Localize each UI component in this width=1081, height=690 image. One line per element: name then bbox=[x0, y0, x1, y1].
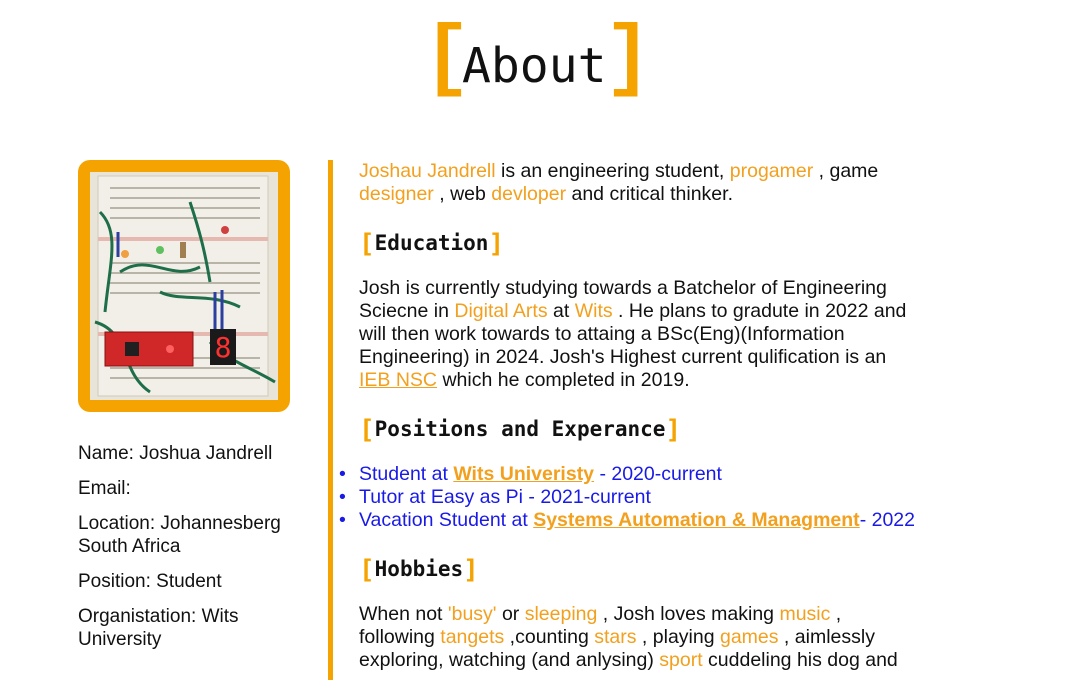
list-item: Student at Wits Univeristy - 2020-curren… bbox=[339, 463, 919, 486]
intro-paragraph: Joshau Jandrell is an engineering studen… bbox=[359, 160, 919, 206]
wits-link[interactable]: Wits bbox=[575, 300, 613, 322]
position-value: Student bbox=[156, 571, 222, 592]
profile-name: Name: Joshua Jandrell bbox=[78, 442, 318, 465]
breadboard-photo-icon: 8 bbox=[90, 172, 278, 400]
busy-link[interactable]: 'busy' bbox=[448, 603, 497, 625]
intro-text-1: is an engineering student, bbox=[495, 160, 730, 182]
name-link[interactable]: Joshau Jandrell bbox=[359, 160, 496, 182]
email-label: Email: bbox=[78, 478, 131, 499]
position-text: Student at bbox=[359, 463, 454, 485]
position-text: Tutor at Easy as Pi - 2021-current bbox=[359, 486, 651, 508]
education-heading: [Education] bbox=[359, 228, 919, 259]
position-label: Position: bbox=[78, 571, 151, 592]
ieb-nsc-link[interactable]: IEB NSC bbox=[359, 369, 437, 391]
svg-text:8: 8 bbox=[215, 331, 232, 364]
about-content: Joshau Jandrell is an engineering studen… bbox=[339, 160, 919, 672]
games-link[interactable]: games bbox=[720, 626, 779, 648]
profile-organisation: Organistation: Wits University bbox=[78, 605, 318, 651]
hobbies-text: ,counting bbox=[504, 626, 595, 648]
list-item: Tutor at Easy as Pi - 2021-current bbox=[339, 486, 919, 509]
intro-text-4: and critical thinker. bbox=[566, 183, 733, 205]
heading-bracket-open: [ bbox=[359, 555, 375, 585]
hobbies-text: , Josh loves making bbox=[597, 603, 780, 625]
profile-email: Email: bbox=[78, 477, 318, 500]
location-label: Location: bbox=[78, 513, 156, 534]
tangets-link[interactable]: tangets bbox=[440, 626, 504, 648]
hobbies-heading-text: Hobbies bbox=[374, 557, 464, 581]
heading-bracket-close: ] bbox=[665, 415, 682, 445]
systems-automation-link[interactable]: Systems Automation & Managment bbox=[533, 509, 860, 531]
positions-heading-text: Positions and Experance bbox=[374, 417, 666, 441]
sleeping-link[interactable]: sleeping bbox=[525, 603, 598, 625]
position-dates: - 2022 bbox=[859, 509, 915, 531]
name-label: Name: bbox=[78, 443, 134, 464]
progamer-link[interactable]: progamer bbox=[730, 160, 813, 182]
education-text-2: at bbox=[547, 300, 575, 322]
heading-bracket-close: ] bbox=[488, 229, 505, 259]
music-link[interactable]: music bbox=[779, 603, 830, 625]
education-paragraph: Josh is currently studying towards a Bat… bbox=[359, 277, 919, 392]
position-dates: - 2020-current bbox=[594, 463, 722, 485]
digital-arts-link[interactable]: Digital Arts bbox=[454, 300, 547, 322]
page-header: [ About ] bbox=[0, 20, 1081, 100]
devloper-link[interactable]: devloper bbox=[491, 183, 566, 205]
heading-bracket-open: [ bbox=[359, 415, 375, 445]
list-item: Vacation Student at Systems Automation &… bbox=[339, 509, 919, 532]
positions-heading: [Positions and Experance] bbox=[359, 414, 919, 445]
organisation-label: Organistation: bbox=[78, 606, 197, 627]
hobbies-heading: [Hobbies] bbox=[359, 554, 919, 585]
wits-univeristy-link[interactable]: Wits Univeristy bbox=[453, 463, 594, 485]
positions-list: Student at Wits Univeristy - 2020-curren… bbox=[339, 463, 919, 532]
profile-photo: 8 bbox=[90, 172, 278, 400]
profile-position: Position: Student bbox=[78, 570, 318, 593]
name-value: Joshua Jandrell bbox=[139, 443, 273, 464]
profile-location: Location: Johannesberg South Africa bbox=[78, 512, 318, 558]
hobbies-text: cuddeling his dog and bbox=[702, 649, 898, 671]
designer-link[interactable]: designer bbox=[359, 183, 434, 205]
profile-photo-frame: 8 bbox=[78, 160, 290, 412]
page-title: About bbox=[462, 38, 607, 94]
profile-info: Name: Joshua Jandrell Email: Location: J… bbox=[78, 442, 318, 663]
hobbies-paragraph: When not 'busy' or sleeping , Josh loves… bbox=[359, 603, 919, 672]
title-bracket-close: ] bbox=[604, 14, 653, 105]
intro-text-3: , web bbox=[433, 183, 492, 205]
heading-bracket-open: [ bbox=[359, 229, 375, 259]
hobbies-text: or bbox=[496, 603, 525, 625]
hobbies-text: When not bbox=[359, 603, 448, 625]
vertical-divider bbox=[328, 160, 333, 680]
heading-bracket-close: ] bbox=[463, 555, 479, 585]
stars-link[interactable]: stars bbox=[594, 626, 636, 648]
intro-text-2: , game bbox=[813, 160, 879, 182]
hobbies-text: , playing bbox=[636, 626, 720, 648]
position-text: Vacation Student at bbox=[359, 509, 534, 531]
sport-link[interactable]: sport bbox=[659, 649, 702, 671]
education-heading-text: Education bbox=[374, 231, 489, 255]
education-text-4: which he completed in 2019. bbox=[437, 369, 690, 391]
